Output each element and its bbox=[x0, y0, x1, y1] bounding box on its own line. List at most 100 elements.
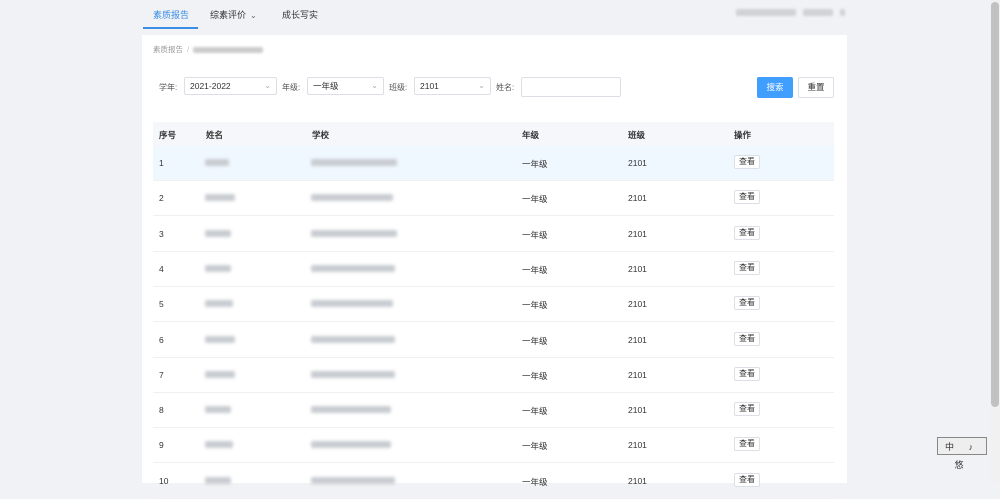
watermark-logo: 中 ♪ 悠 bbox=[937, 437, 987, 470]
col-header-action: 操作 bbox=[734, 130, 752, 140]
student-name-redacted bbox=[205, 335, 235, 343]
row-class: 2101 bbox=[628, 158, 647, 168]
class-select[interactable]: 2101 ⌄ bbox=[414, 77, 491, 95]
table-row[interactable]: 7 一年级 2101 查看 bbox=[153, 358, 834, 393]
col-header-name: 姓名 bbox=[206, 130, 224, 140]
view-button[interactable]: 查看 bbox=[734, 190, 760, 205]
row-grade: 一年级 bbox=[522, 370, 548, 381]
chevron-down-icon: ⌄ bbox=[478, 81, 485, 90]
school-name-redacted bbox=[311, 300, 393, 308]
row-class: 2101 bbox=[628, 405, 647, 416]
student-name-redacted bbox=[205, 229, 231, 237]
grade-select-value: 一年级 bbox=[313, 81, 339, 91]
table-row[interactable]: 3 一年级 2101 查看 bbox=[153, 217, 834, 252]
table-row[interactable]: 10 一年级 2101 查看 bbox=[153, 464, 834, 499]
user-info-redacted bbox=[736, 9, 796, 16]
class-select-value: 2101 bbox=[420, 81, 439, 91]
col-header-grade: 年级 bbox=[522, 130, 540, 140]
student-name-redacted bbox=[205, 406, 231, 414]
top-nav: 素质报告 综素评价 ⌄ 成长写实 bbox=[0, 0, 990, 30]
row-class: 2101 bbox=[628, 440, 647, 451]
student-name-redacted bbox=[205, 194, 235, 202]
row-grade: 一年级 bbox=[522, 264, 548, 275]
row-class: 2101 bbox=[628, 334, 647, 345]
row-grade: 一年级 bbox=[522, 194, 548, 205]
row-no: 8 bbox=[159, 405, 164, 416]
school-name-redacted bbox=[311, 229, 397, 237]
row-grade: 一年级 bbox=[522, 229, 548, 240]
student-name-redacted bbox=[205, 441, 233, 449]
page-scrollbar[interactable] bbox=[990, 0, 1000, 483]
table-row[interactable]: 9 一年级 2101 查看 bbox=[153, 428, 834, 464]
row-class: 2101 bbox=[628, 369, 647, 380]
row-grade: 一年级 bbox=[522, 335, 548, 346]
breadcrumb-current-redacted bbox=[193, 47, 264, 54]
grade-label: 年级: bbox=[282, 83, 301, 92]
table-row[interactable]: 4 一年级 2101 查看 bbox=[153, 252, 834, 287]
name-label: 姓名: bbox=[496, 83, 515, 92]
row-grade: 一年级 bbox=[522, 159, 548, 169]
row-grade: 一年级 bbox=[522, 476, 548, 487]
year-select-value: 2021-2022 bbox=[190, 81, 231, 91]
table-row[interactable]: 5 一年级 2101 查看 bbox=[153, 287, 834, 323]
row-grade: 一年级 bbox=[522, 441, 548, 452]
col-header-school: 学校 bbox=[312, 130, 330, 140]
row-no: 7 bbox=[159, 369, 164, 380]
tab-growth-record[interactable]: 成长写实 bbox=[282, 8, 318, 21]
grade-select[interactable]: 一年级 ⌄ bbox=[307, 77, 384, 95]
school-name-redacted bbox=[311, 194, 393, 202]
tab-comprehensive-evaluation-label: 综素评价 bbox=[210, 10, 247, 20]
row-no: 3 bbox=[159, 228, 164, 239]
student-name-redacted bbox=[205, 159, 229, 166]
school-name-redacted bbox=[311, 264, 395, 272]
year-select[interactable]: 2021-2022 ⌄ bbox=[184, 77, 277, 95]
user-menu-icon[interactable] bbox=[840, 9, 845, 16]
table-header: 序号 姓名 学校 年级 班级 操作 bbox=[153, 122, 834, 146]
school-name-redacted bbox=[311, 159, 397, 166]
search-button[interactable]: 搜索 bbox=[757, 77, 793, 98]
student-name-redacted bbox=[205, 370, 235, 378]
student-name-redacted bbox=[205, 264, 231, 272]
view-button[interactable]: 查看 bbox=[734, 225, 760, 240]
view-button[interactable]: 查看 bbox=[734, 402, 760, 417]
reset-button[interactable]: 重置 bbox=[798, 77, 834, 98]
row-no: 9 bbox=[159, 440, 164, 451]
view-button[interactable]: 查看 bbox=[734, 155, 760, 169]
view-button[interactable]: 查看 bbox=[734, 296, 760, 311]
year-label: 学年: bbox=[159, 83, 178, 92]
row-class: 2101 bbox=[628, 263, 647, 274]
table-row[interactable]: 1 一年级 2101 查看 bbox=[153, 146, 834, 181]
row-no: 1 bbox=[159, 158, 164, 168]
breadcrumb: 素质报告 / bbox=[153, 44, 264, 55]
school-name-redacted bbox=[311, 441, 391, 449]
row-class: 2101 bbox=[628, 193, 647, 204]
name-input[interactable] bbox=[521, 77, 621, 97]
breadcrumb-root[interactable]: 素质报告 bbox=[153, 45, 183, 54]
user-info-redacted bbox=[803, 9, 833, 16]
scrollbar-thumb[interactable] bbox=[991, 2, 999, 407]
view-button[interactable]: 查看 bbox=[734, 331, 760, 346]
view-button[interactable]: 查看 bbox=[734, 366, 760, 381]
table-row[interactable]: 6 一年级 2101 查看 bbox=[153, 323, 834, 358]
table-row[interactable]: 8 一年级 2101 查看 bbox=[153, 393, 834, 429]
school-name-redacted bbox=[311, 370, 395, 378]
col-header-class: 班级 bbox=[628, 130, 646, 140]
row-no: 5 bbox=[159, 299, 164, 310]
class-label: 班级: bbox=[389, 83, 408, 92]
chevron-down-icon: ⌄ bbox=[250, 11, 257, 20]
row-no: 10 bbox=[159, 475, 169, 486]
view-button[interactable]: 查看 bbox=[734, 437, 760, 452]
tab-comprehensive-evaluation[interactable]: 综素评价 ⌄ bbox=[210, 8, 257, 21]
tab-quality-report[interactable]: 素质报告 bbox=[153, 8, 189, 21]
row-no: 2 bbox=[159, 193, 164, 204]
table-row[interactable]: 2 一年级 2101 查看 bbox=[153, 181, 834, 217]
breadcrumb-separator: / bbox=[187, 45, 190, 54]
view-button[interactable]: 查看 bbox=[734, 260, 760, 275]
view-button[interactable]: 查看 bbox=[734, 472, 760, 487]
school-name-redacted bbox=[311, 406, 391, 414]
chevron-down-icon: ⌄ bbox=[371, 81, 378, 90]
chevron-down-icon: ⌄ bbox=[264, 81, 271, 90]
row-grade: 一年级 bbox=[522, 300, 548, 311]
col-header-no: 序号 bbox=[159, 130, 177, 140]
row-class: 2101 bbox=[628, 299, 647, 310]
